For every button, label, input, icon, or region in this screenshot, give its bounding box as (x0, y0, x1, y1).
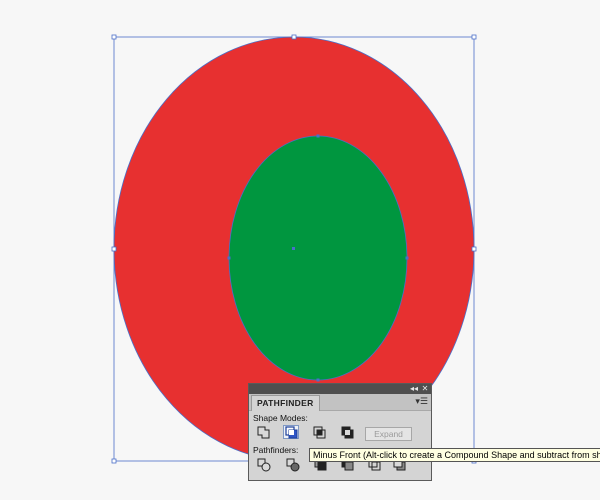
handle-middle-left[interactable] (111, 246, 117, 252)
tab-pathfinder[interactable]: PATHFINDER (251, 395, 320, 411)
anchor-point (405, 256, 409, 260)
unite-icon (257, 426, 270, 439)
expand-button[interactable]: Expand (365, 427, 412, 441)
anchor-point (227, 256, 231, 260)
handle-bottom-left[interactable] (111, 458, 117, 464)
handle-top-left[interactable] (111, 34, 117, 40)
exclude-button[interactable] (340, 426, 356, 440)
minus-front-icon (285, 426, 298, 439)
intersect-button[interactable] (312, 426, 328, 440)
pathfinder-panel: ◂◂ ✕ PATHFINDER ▾☰ Shape Modes: Expand P… (248, 383, 432, 481)
shape-modes-label: Shape Modes: (253, 413, 308, 423)
handle-middle-right[interactable] (471, 246, 477, 252)
panel-titlebar[interactable]: ◂◂ ✕ (249, 384, 431, 394)
trim-icon (286, 458, 300, 472)
anchor-point (316, 134, 320, 138)
minus-front-tooltip: Minus Front (Alt-click to create a Compo… (309, 448, 600, 462)
trim-button[interactable] (285, 458, 301, 472)
intersect-icon (313, 426, 326, 439)
handle-top-right[interactable] (471, 34, 477, 40)
minus-front-button[interactable] (283, 425, 299, 439)
handle-top-center[interactable] (291, 34, 297, 40)
exclude-icon (341, 426, 354, 439)
double-chevron-icon[interactable]: ◂◂ (409, 384, 419, 394)
panel-tab-row: PATHFINDER (249, 394, 431, 411)
divide-button[interactable] (256, 458, 272, 472)
divide-icon (257, 458, 271, 472)
close-icon[interactable]: ✕ (420, 384, 430, 394)
pathfinders-label: Pathfinders: (253, 445, 299, 455)
anchor-point (316, 378, 320, 382)
panel-menu-icon[interactable]: ▾☰ (415, 396, 428, 406)
unite-button[interactable] (256, 426, 272, 440)
center-point (292, 247, 295, 250)
inner-ellipse-shape[interactable] (228, 135, 408, 381)
